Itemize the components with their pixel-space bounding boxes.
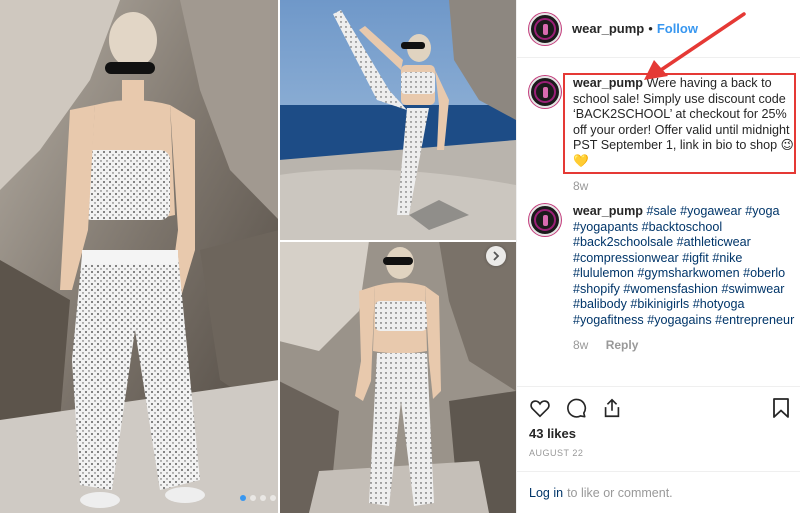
hashtag-link[interactable]: #entrepreneur bbox=[715, 313, 794, 327]
hashtag-link[interactable]: #compressionwear bbox=[573, 251, 679, 265]
action-icons bbox=[529, 397, 623, 419]
hashtag-link[interactable]: #yogapants bbox=[573, 220, 638, 234]
caption-username[interactable]: wear_pump bbox=[573, 76, 643, 90]
hashtag-link[interactable]: #shopify bbox=[573, 282, 620, 296]
hashtag-link[interactable]: #backtoschool bbox=[642, 220, 723, 234]
post-media[interactable] bbox=[0, 0, 516, 513]
post-actions: 43 likes AUGUST 22 Log in to like or com… bbox=[517, 386, 800, 513]
comments-list[interactable]: wear_pump Were having a back to school s… bbox=[517, 58, 800, 386]
hashtag-link[interactable]: #swimwear bbox=[721, 282, 784, 296]
avatar[interactable] bbox=[529, 12, 561, 45]
hashtag-link[interactable]: #oberlo bbox=[743, 266, 785, 280]
carousel-next-button[interactable] bbox=[486, 246, 506, 266]
caption-body: wear_pump Were having a back to school s… bbox=[573, 76, 797, 169]
hashtag-link[interactable]: #hotyoga bbox=[693, 297, 745, 311]
reply-button[interactable]: Reply bbox=[606, 338, 639, 352]
likes-count[interactable]: 43 likes bbox=[529, 426, 576, 441]
carousel-dot bbox=[250, 495, 256, 501]
hashtag-link[interactable]: #womensfashion bbox=[623, 282, 718, 296]
photo-standing-rocks bbox=[279, 241, 516, 513]
comment-icon[interactable] bbox=[565, 397, 587, 419]
login-suffix: to like or comment. bbox=[567, 486, 673, 500]
comment-body: wear_pump #sale #yogawear #yoga #yogapan… bbox=[573, 204, 797, 328]
follow-button[interactable]: Follow bbox=[657, 21, 698, 36]
header-username[interactable]: wear_pump bbox=[572, 21, 644, 36]
comment-username[interactable]: wear_pump bbox=[573, 204, 643, 218]
caption-meta: 8w bbox=[573, 179, 797, 193]
login-bar: Log in to like or comment. bbox=[517, 471, 800, 513]
hashtag-link[interactable]: #athleticwear bbox=[677, 235, 751, 249]
login-link[interactable]: Log in bbox=[529, 486, 563, 500]
hashtag-link[interactable]: #igfit bbox=[682, 251, 709, 265]
photo-standing-woman bbox=[0, 0, 279, 513]
share-icon[interactable] bbox=[601, 397, 623, 419]
hashtag-link[interactable]: #gymsharkwomen bbox=[637, 266, 739, 280]
hashtag-link[interactable]: #yogawear bbox=[680, 204, 742, 218]
hashtag-link[interactable]: #yoga bbox=[745, 204, 779, 218]
avatar[interactable] bbox=[529, 76, 561, 108]
hashtag-link[interactable]: #balibody bbox=[573, 297, 627, 311]
hashtag-link[interactable]: #nike bbox=[712, 251, 742, 265]
post-sidebar: wear_pump • Follow wear_pump Were having… bbox=[516, 0, 800, 513]
heart-icon[interactable] bbox=[529, 397, 551, 419]
comment-time[interactable]: 8w bbox=[573, 338, 588, 352]
photo-divider-vertical bbox=[278, 0, 280, 513]
hashtag-link[interactable]: #back2schoolsale bbox=[573, 235, 673, 249]
carousel-dot bbox=[240, 495, 246, 501]
carousel-dot bbox=[260, 495, 266, 501]
hashtag-link[interactable]: #sale bbox=[647, 204, 677, 218]
caption-time[interactable]: 8w bbox=[573, 179, 588, 193]
hashtag-link[interactable]: #lululemon bbox=[573, 266, 634, 280]
header-separator: • bbox=[648, 21, 653, 36]
chevron-right-icon bbox=[493, 251, 500, 261]
avatar[interactable] bbox=[529, 204, 561, 236]
post-header: wear_pump • Follow bbox=[517, 0, 800, 58]
carousel-dot bbox=[270, 495, 276, 501]
hashtag-link[interactable]: #yogagains bbox=[647, 313, 711, 327]
caption-comment: wear_pump Were having a back to school s… bbox=[529, 76, 797, 193]
hashtag-link[interactable]: #yogafitness bbox=[573, 313, 644, 327]
comment-meta: 8w Reply bbox=[573, 338, 797, 352]
carousel-indicator bbox=[240, 495, 276, 501]
hashtag-comment: wear_pump #sale #yogawear #yoga #yogapan… bbox=[529, 204, 797, 352]
photo-high-kick bbox=[279, 0, 516, 241]
bookmark-icon[interactable] bbox=[771, 397, 791, 419]
post-date[interactable]: AUGUST 22 bbox=[529, 448, 583, 458]
photo-divider-horizontal bbox=[279, 240, 516, 242]
hashtag-list: #sale #yogawear #yoga #yogapants #backto… bbox=[573, 204, 794, 327]
hashtag-link[interactable]: #bikinigirls bbox=[630, 297, 689, 311]
